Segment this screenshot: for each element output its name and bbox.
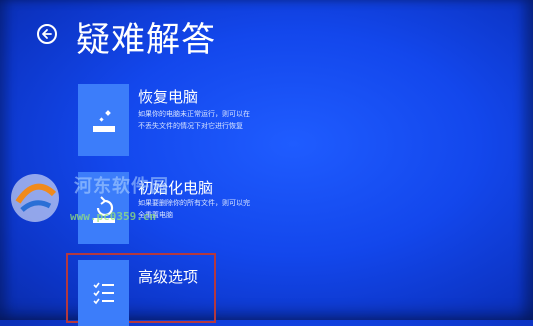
refresh-pc-desc-line2: 不丢失文件的情况下对它进行恢复 xyxy=(138,122,243,130)
advanced-options-tile[interactable] xyxy=(78,260,129,326)
advanced-options-icon xyxy=(92,282,114,305)
refresh-pc-tile[interactable] xyxy=(78,84,129,156)
advanced-options-title[interactable]: 高级选项 xyxy=(138,266,198,287)
refresh-pc-title[interactable]: 恢复电脑 xyxy=(138,86,198,107)
page-title: 疑难解答 xyxy=(76,20,216,60)
back-arrow-icon xyxy=(42,29,52,39)
reset-pc-tile[interactable] xyxy=(78,172,129,244)
refresh-pc-icon xyxy=(92,110,115,132)
back-button[interactable] xyxy=(37,24,57,44)
refresh-pc-desc-line1: 如果你的电脑未正常运行，则可以在 xyxy=(138,110,250,118)
reset-pc-desc-line2: 全重置电脑 xyxy=(138,211,173,219)
reset-pc-title[interactable]: 初始化电脑 xyxy=(138,177,213,198)
watermark-logo-icon xyxy=(11,174,59,222)
reset-pc-desc-line1: 如果要删除你的所有文件，则可以完 xyxy=(138,199,250,207)
reset-pc-icon xyxy=(92,196,115,223)
